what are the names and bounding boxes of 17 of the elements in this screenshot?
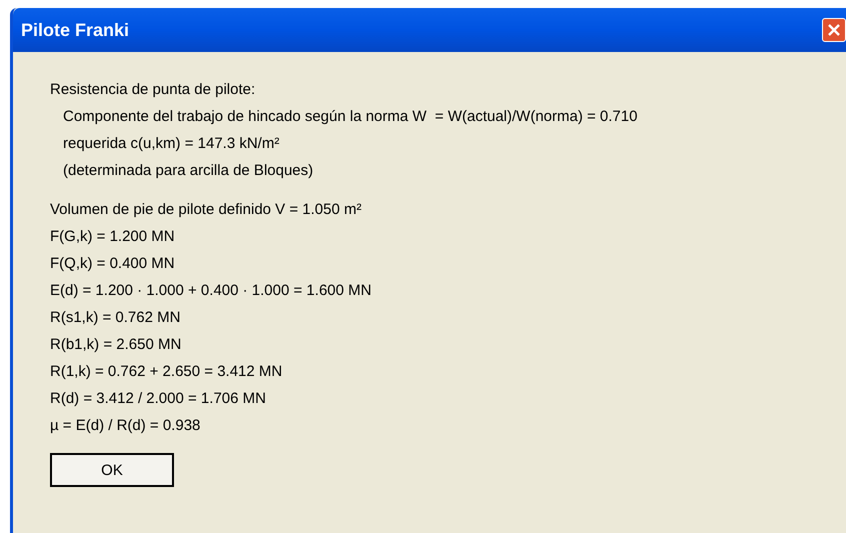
result-line: Componente del trabajo de hincado según la norma W = W(actual)/W(norma) = 0.710 <box>62 107 638 127</box>
close-button[interactable] <box>822 18 846 42</box>
section-heading: Resistencia de punta de pilote: <box>50 80 256 100</box>
window-title: Pilote Franki <box>21 18 130 42</box>
result-line: R(b1,k) = 2.650 MN <box>50 335 182 355</box>
result-line: µ = E(d) / R(d) = 0.938 <box>50 416 202 436</box>
result-line: R(1,k) = 0.762 + 2.650 = 3.412 MN <box>50 362 284 382</box>
result-line: F(Q,k) = 0.400 MN <box>50 254 176 274</box>
result-line: E(d) = 1.200 · 1.000 + 0.400 · 1.000 = 1.600 MN <box>50 281 372 301</box>
result-line: R(d) = 3.412 / 2.000 = 1.706 MN <box>50 389 267 409</box>
result-line: F(G,k) = 1.200 MN <box>50 227 176 247</box>
ok-button[interactable]: OK <box>50 453 174 487</box>
result-line: requerida c(u,km) = 147.3 kN/m² <box>62 134 280 154</box>
result-line: Volumen de pie de pilote definido V = 1.050 m² <box>50 200 362 220</box>
result-line: (determinada para arcilla de Bloques) <box>62 161 314 181</box>
close-icon <box>828 24 840 36</box>
result-line: R(s1,k) = 0.762 MN <box>50 308 182 328</box>
